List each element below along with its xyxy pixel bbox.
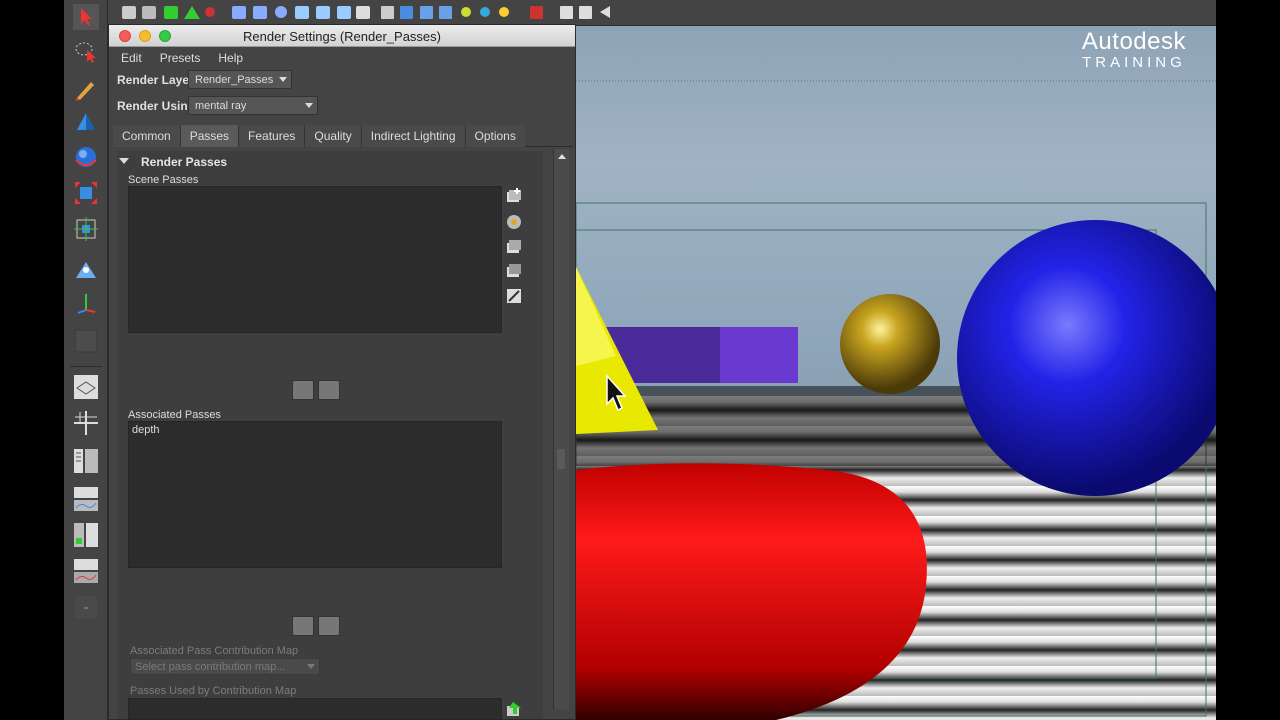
scene-passes-label: Scene Passes [128,174,199,186]
scroll-up-icon[interactable] [558,154,566,159]
select-tool-icon[interactable] [70,2,102,32]
contribution-map-dropdown: Select pass contribution map... [130,658,320,675]
brand-line1: Autodesk [1081,28,1186,55]
rotate-tool-icon[interactable] [70,142,102,172]
single-pane-layout-icon[interactable] [70,372,102,402]
letterbox-right [1216,0,1280,720]
scene-passes-list[interactable] [128,186,502,333]
window-title: Render Settings (Render_Passes) [243,29,441,44]
layout-more-icon[interactable] [70,592,102,622]
associated-passes-list[interactable]: depth [128,421,502,568]
paint-tool-icon[interactable] [70,74,102,104]
render-layer-value: Render_Passes [195,74,274,86]
panel-scrollbar[interactable] [553,149,569,709]
lasso-tool-icon[interactable] [70,36,102,66]
render-layer-label: Render Layer [117,73,194,87]
render-settings-window: Render Settings (Render_Passes) Edit Pre… [108,24,576,720]
window-menubar: Edit Presets Help [109,47,575,69]
manipulator-tool-icon[interactable] [70,214,102,244]
letterbox-left [0,0,64,720]
associate-pass-button[interactable] [292,380,314,400]
scale-tool-icon[interactable] [70,178,102,208]
create-pass-contribution-icon[interactable] [505,213,523,231]
create-render-pass-icon[interactable] [505,187,523,205]
window-titlebar[interactable]: Render Settings (Render_Passes) [109,25,575,47]
render-using-value: mental ray [195,100,247,112]
disassociate-contribution-button[interactable] [318,616,340,636]
render-passes-header[interactable]: Render Passes [119,155,227,169]
collapse-triangle-icon [119,158,129,164]
settings-tabs: Common Passes Features Quality Indirect … [113,125,573,147]
scene-render [576,80,1216,720]
passes-used-list[interactable] [128,698,502,720]
brand-line2: TRAINING [1082,54,1186,71]
soft-mod-tool-icon[interactable] [70,254,102,284]
persp-graph-layout-icon[interactable] [70,484,102,514]
render-pass-duplicate-icon[interactable] [505,261,523,279]
four-pane-layout-icon[interactable] [70,408,102,438]
toolbox [64,0,108,720]
shelf-toolbar [108,0,1216,26]
contribution-map-placeholder: Select pass contribution map... [135,661,286,673]
show-manipulator-icon[interactable] [70,288,102,318]
chevron-down-icon [307,664,315,669]
tab-options[interactable]: Options [465,125,525,147]
shelf-icon-group[interactable] [122,6,610,19]
perspective-viewport[interactable]: Autodesk TRAINING [576,26,1216,720]
edit-pass-icon[interactable] [505,287,523,305]
render-layer-dropdown[interactable]: Render_Passes [188,70,292,89]
associate-contribution-button[interactable] [292,616,314,636]
contribution-map-label: Associated Pass Contribution Map [130,645,299,657]
disassociate-pass-button[interactable] [318,380,340,400]
render-passes-heading: Render Passes [141,155,228,169]
menu-help[interactable]: Help [218,51,243,65]
scroll-thumb[interactable] [557,449,565,469]
move-tool-icon[interactable] [70,108,102,138]
hypershade-layout-icon[interactable] [70,520,102,550]
chevron-down-icon [305,103,313,108]
render-using-label: Render Using [117,99,196,113]
last-tool-icon[interactable] [70,326,102,356]
chevron-down-icon [279,77,287,82]
outliner-persp-layout-icon[interactable] [70,446,102,476]
tab-features[interactable]: Features [239,125,306,147]
add-contribution-pass-icon[interactable] [505,700,523,718]
render-using-dropdown[interactable]: mental ray [188,96,318,115]
menu-edit[interactable]: Edit [121,51,142,65]
red-torus [576,463,927,720]
list-item[interactable]: depth [129,422,501,438]
tab-indirect-lighting[interactable]: Indirect Lighting [361,125,466,147]
tab-quality[interactable]: Quality [305,125,362,147]
gold-sphere [840,294,940,394]
associated-passes-label: Associated Passes [128,409,221,421]
toolbox-divider [70,366,102,367]
tab-common[interactable]: Common [113,125,181,147]
shelf-icons [122,6,610,19]
menu-presets[interactable]: Presets [160,51,201,65]
render-pass-stack-icon[interactable] [505,237,523,255]
passes-used-label: Passes Used by Contribution Map [130,685,297,697]
autodesk-training-logo: Autodesk TRAINING [1082,28,1186,71]
graph-editor-layout-icon[interactable] [70,556,102,586]
tab-passes[interactable]: Passes [180,125,240,147]
